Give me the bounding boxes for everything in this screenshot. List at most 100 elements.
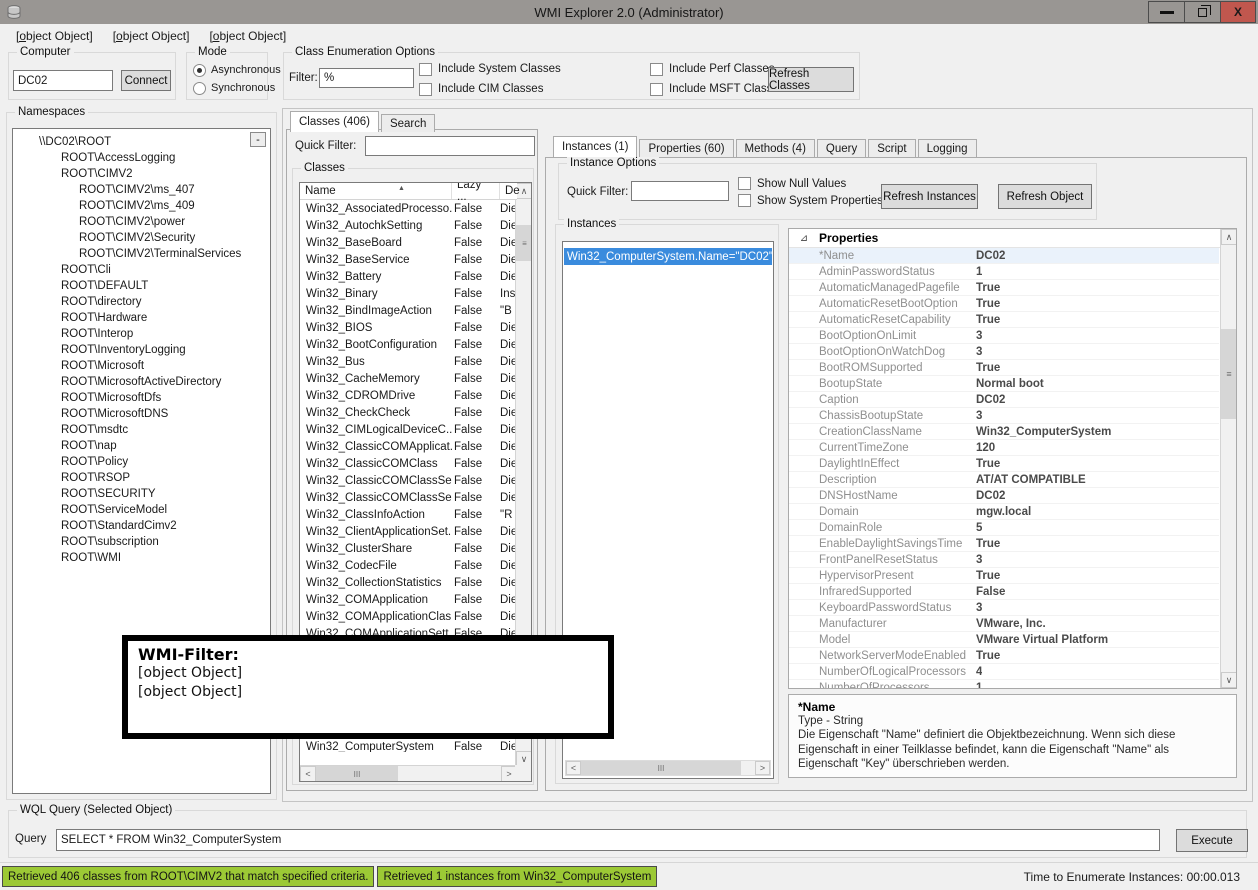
class-row[interactable]: Win32_COMApplication False Die [300,591,517,608]
maximize-button[interactable] [1184,1,1221,23]
property-row[interactable]: Domain mgw.local [789,504,1219,520]
namespace-item[interactable]: - ROOT\Policy [13,454,270,470]
property-row[interactable]: Description AT/AT COMPATIBLE [789,472,1219,488]
class-row[interactable]: Win32_CDROMDrive False Die [300,387,517,404]
instance-option-checkbox[interactable]: Show Null Values [738,175,883,192]
class-row[interactable]: Win32_BootConfiguration False Die [300,336,517,353]
namespace-item[interactable]: - ROOT\AccessLogging [13,150,270,166]
namespace-item[interactable]: - ROOT\CIMV2 [13,166,270,182]
class-row[interactable]: Win32_CIMLogicalDeviceC... False Die [300,421,517,438]
class-row[interactable]: Win32_Binary False Ins [300,285,517,302]
namespace-item[interactable]: - ROOT\MicrosoftDfs [13,390,270,406]
execute-button[interactable]: Execute [1176,829,1248,852]
classes-tab[interactable]: Classes (406) [290,111,379,132]
computer-input[interactable]: DC02 [13,70,113,91]
property-row[interactable]: AutomaticResetCapability True [789,312,1219,328]
namespace-item[interactable]: - ROOT\DEFAULT [13,278,270,294]
namespace-item[interactable]: - ROOT\MicrosoftActiveDirectory [13,374,270,390]
property-row[interactable]: AdminPasswordStatus 1 [789,264,1219,280]
namespace-item[interactable]: - ROOT\directory [13,294,270,310]
property-row[interactable]: BootOptionOnWatchDog 3 [789,344,1219,360]
column-header-name[interactable]: Name ▲ [300,183,452,199]
property-row[interactable]: NumberOfProcessors 1 [789,680,1219,688]
properties-grid-header[interactable]: ⊿ Properties [789,229,1236,248]
instance-tab[interactable]: Methods (4) [736,139,815,157]
class-row[interactable]: Win32_CacheMemory False Die [300,370,517,387]
class-enum-checkbox[interactable]: Include System Classes [419,59,650,79]
namespace-item[interactable]: - ROOT\subscription [13,534,270,550]
properties-vertical-scrollbar[interactable]: ∧ ≡ ∨ [1220,229,1236,688]
query-input[interactable]: SELECT * FROM Win32_ComputerSystem [56,829,1160,851]
class-row[interactable]: Win32_Battery False Die [300,268,517,285]
property-row[interactable]: AutomaticManagedPagefile True [789,280,1219,296]
mode-radio[interactable]: Synchronous [193,79,275,97]
property-row[interactable]: InfraredSupported False [789,584,1219,600]
property-row[interactable]: CurrentTimeZone 120 [789,440,1219,456]
property-row[interactable]: ChassisBootupState 3 [789,408,1219,424]
column-header-description[interactable]: De [500,183,517,199]
property-row[interactable]: BootupState Normal boot [789,376,1219,392]
namespace-item[interactable]: - ROOT\nap [13,438,270,454]
property-row[interactable]: DomainRole 5 [789,520,1219,536]
classes-tab[interactable]: Search [381,114,435,132]
property-row[interactable]: AutomaticResetBootOption True [789,296,1219,312]
class-row[interactable]: Win32_ClassicCOMApplicat... False Die [300,438,517,455]
property-row[interactable]: *Name DC02 [789,248,1219,264]
class-row[interactable]: Win32_BaseService False Die [300,251,517,268]
namespace-item[interactable]: - ROOT\CIMV2\ms_407 [13,182,270,198]
property-row[interactable]: NumberOfLogicalProcessors 4 [789,664,1219,680]
instance-tab[interactable]: Properties (60) [639,139,733,157]
property-row[interactable]: NetworkServerModeEnabled True [789,648,1219,664]
class-row[interactable]: Win32_CheckCheck False Die [300,404,517,421]
namespace-item[interactable]: - ROOT\InventoryLogging [13,342,270,358]
instance-tab[interactable]: Script [868,139,915,157]
class-row[interactable]: Win32_ClusterShare False Die [300,540,517,557]
class-row[interactable]: Win32_ClassicCOMClass False Die [300,455,517,472]
class-row[interactable]: Win32_ClassInfoAction False "R [300,506,517,523]
property-row[interactable]: CreationClassName Win32_ComputerSystem [789,424,1219,440]
class-enum-checkbox[interactable]: Include CIM Classes [419,79,650,99]
scrollbar-thumb[interactable]: III [316,766,398,782]
namespace-item[interactable]: - ROOT\SECURITY [13,486,270,502]
classes-quick-filter-input[interactable] [365,136,535,156]
instance-option-checkbox[interactable]: Show System Properties [738,192,883,209]
menu-item[interactable]: [object Object] [199,26,296,46]
titlebar[interactable]: WMI Explorer 2.0 (Administrator) X [0,0,1258,24]
namespace-item[interactable]: - ROOT\CIMV2\power [13,214,270,230]
menu-item[interactable]: [object Object] [103,26,200,46]
class-row[interactable]: Win32_BaseBoard False Die [300,234,517,251]
namespace-item[interactable]: - ROOT\CIMV2\TerminalServices [13,246,270,262]
instance-tab[interactable]: Query [817,139,866,157]
property-row[interactable]: Manufacturer VMware, Inc. [789,616,1219,632]
property-row[interactable]: DNSHostName DC02 [789,488,1219,504]
menu-item[interactable]: [object Object] [6,26,103,46]
instances-horizontal-scrollbar[interactable]: < III > [565,760,771,776]
namespace-item[interactable]: - ROOT\Interop [13,326,270,342]
namespace-item[interactable]: - ROOT\CIMV2\ms_409 [13,198,270,214]
namespace-item[interactable]: - ROOT\CIMV2\Security [13,230,270,246]
namespace-item[interactable]: - ROOT\WMI [13,550,270,566]
instance-row[interactable]: Win32_ComputerSystem.Name="DC02" [564,248,772,265]
column-header-lazy[interactable]: Lazy ... [452,183,500,199]
instance-quick-filter-input[interactable] [631,181,729,201]
instance-tab[interactable]: Logging [918,139,977,157]
namespace-item[interactable]: - ROOT\Microsoft [13,358,270,374]
namespace-item[interactable]: - ROOT\ServiceModel [13,502,270,518]
scroll-left-icon[interactable]: < [300,766,316,782]
refresh-object-button[interactable]: Refresh Object [998,184,1092,209]
class-row[interactable]: Win32_CollectionStatistics False Die [300,574,517,591]
scroll-right-icon[interactable]: > [755,761,770,775]
expander-icon[interactable]: ⊿ [789,233,819,244]
scrollbar-thumb[interactable]: ≡ [516,225,532,261]
connect-button[interactable]: Connect [121,70,171,91]
class-row[interactable]: Win32_Bus False Die [300,353,517,370]
property-row[interactable]: Model VMware Virtual Platform [789,632,1219,648]
class-row[interactable]: Win32_CodecFile False Die [300,557,517,574]
namespace-item[interactable]: - ROOT\Cli [13,262,270,278]
close-button[interactable]: X [1220,1,1256,23]
class-filter-input[interactable]: % [319,68,414,88]
scrollbar-thumb[interactable]: ≡ [1221,329,1237,419]
tree-collapse-button[interactable]: - [250,132,266,147]
mode-radio[interactable]: Asynchronous [193,61,281,79]
refresh-classes-button[interactable]: Refresh Classes [768,67,854,92]
